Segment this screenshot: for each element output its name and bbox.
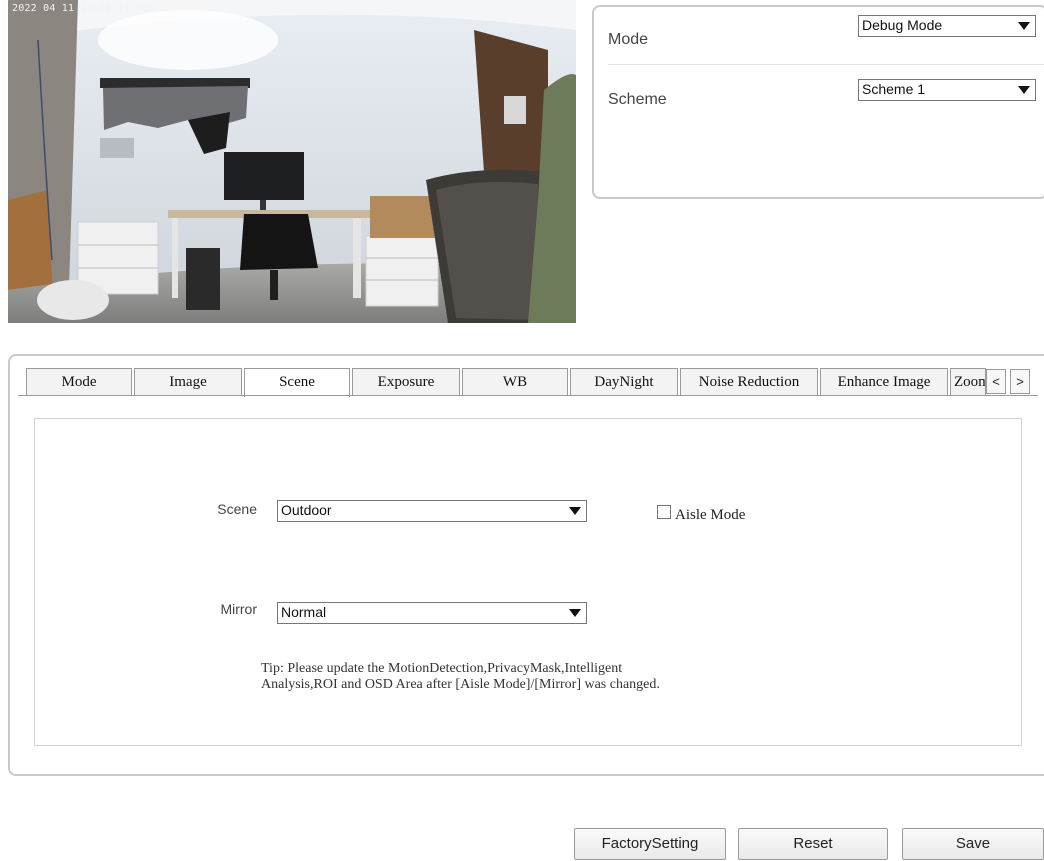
tab-wb[interactable]: WB bbox=[462, 368, 568, 395]
aisle-mode-label: Aisle Mode bbox=[675, 507, 746, 523]
save-button[interactable]: Save bbox=[902, 828, 1044, 860]
tab-enhance-image[interactable]: Enhance Image bbox=[820, 368, 948, 395]
tab-scene[interactable]: Scene bbox=[244, 368, 350, 397]
scene-select[interactable]: Outdoor bbox=[277, 500, 587, 522]
mode-row: Mode Debug Mode bbox=[608, 7, 1044, 65]
reset-button[interactable]: Reset bbox=[738, 828, 888, 860]
tab-mode[interactable]: Mode bbox=[26, 368, 132, 395]
image-settings-panel: Mode Image Scene Exposure WB DayNight No… bbox=[8, 354, 1044, 776]
factory-setting-button[interactable]: FactorySetting bbox=[574, 828, 726, 860]
tip-text: Tip: Please update the MotionDetection,P… bbox=[261, 661, 781, 693]
mode-select[interactable]: Debug Mode bbox=[858, 15, 1036, 37]
mirror-select[interactable]: Normal bbox=[277, 602, 587, 624]
dropdown-arrow-icon bbox=[569, 609, 581, 617]
osd-timestamp: 2022 04 11 11:59:27 Mon bbox=[12, 3, 156, 14]
scene-select-value: Outdoor bbox=[281, 502, 332, 518]
tab-exposure[interactable]: Exposure bbox=[352, 368, 460, 395]
scheme-select[interactable]: Scheme 1 bbox=[858, 79, 1036, 101]
mirror-label: Mirror bbox=[220, 601, 257, 617]
tab-daynight[interactable]: DayNight bbox=[570, 368, 678, 395]
dropdown-arrow-icon bbox=[569, 507, 581, 515]
tab-image[interactable]: Image bbox=[134, 368, 242, 395]
tab-divider bbox=[18, 395, 1038, 396]
tab-scroll-right-button[interactable]: > bbox=[1010, 369, 1030, 394]
scene-settings-content: Scene Outdoor Aisle Mode Mirror Normal T… bbox=[34, 418, 1022, 746]
scheme-select-value: Scheme 1 bbox=[862, 81, 926, 97]
mirror-select-value: Normal bbox=[281, 604, 327, 620]
scheme-row: Scheme Scheme 1 bbox=[608, 67, 1044, 125]
camera-image bbox=[8, 0, 576, 323]
scene-label: Scene bbox=[217, 501, 257, 517]
mode-label: Mode bbox=[608, 31, 649, 48]
tab-scroll-left-button[interactable]: < bbox=[986, 369, 1006, 394]
scheme-label: Scheme bbox=[608, 91, 667, 108]
camera-preview: 2022 04 11 11:59:27 Mon bbox=[8, 0, 576, 323]
tip-line-2: Analysis,ROI and OSD Area after [Aisle M… bbox=[261, 677, 660, 692]
mode-select-value: Debug Mode bbox=[862, 17, 943, 33]
tip-line-1: Tip: Please update the MotionDetection,P… bbox=[261, 661, 623, 676]
tab-noise-reduction[interactable]: Noise Reduction bbox=[680, 368, 818, 395]
dropdown-arrow-icon bbox=[1018, 86, 1030, 94]
aisle-mode-checkbox[interactable] bbox=[657, 505, 671, 519]
dropdown-arrow-icon bbox=[1018, 22, 1030, 30]
tab-zoom[interactable]: Zoom bbox=[950, 368, 986, 395]
mode-panel: Mode Debug Mode Scheme Scheme 1 bbox=[592, 5, 1044, 199]
